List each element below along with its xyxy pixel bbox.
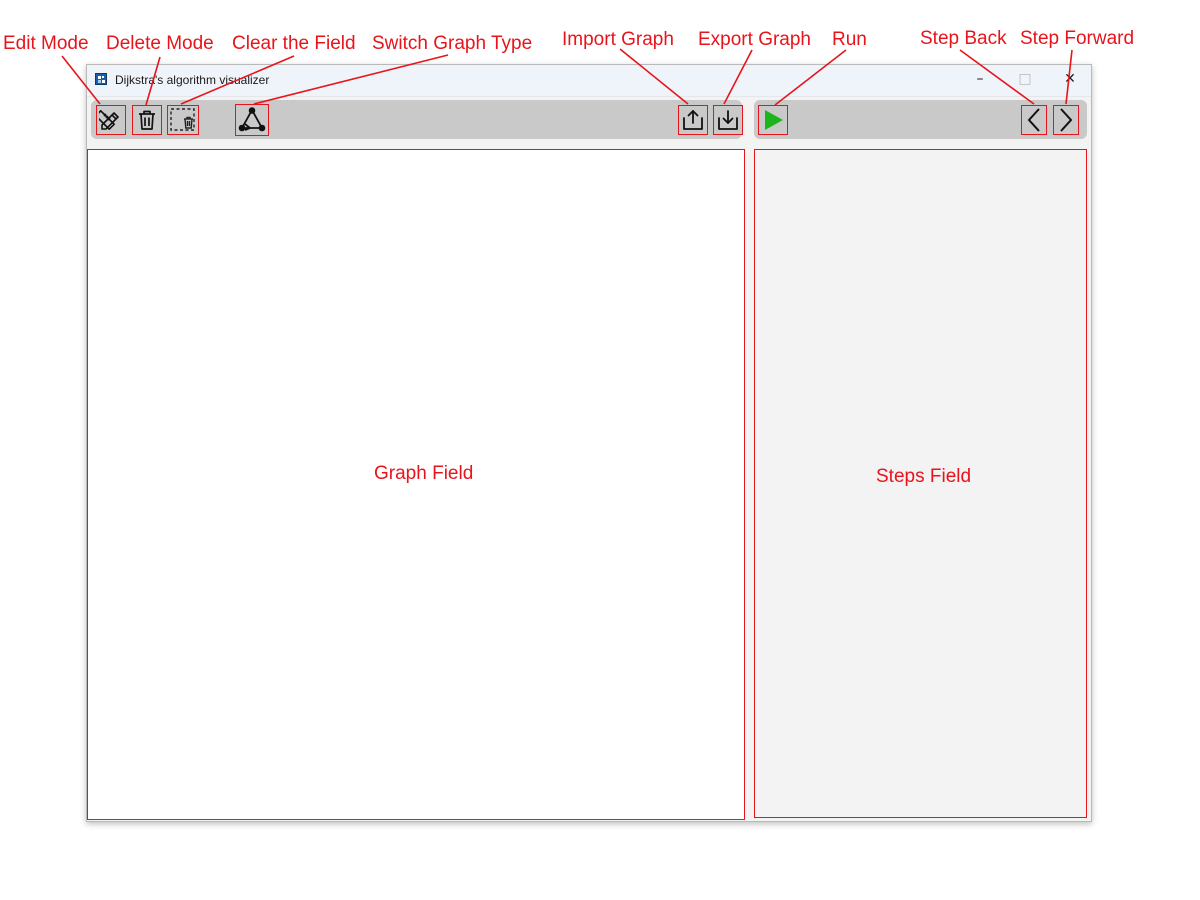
step-forward-button[interactable]: [1053, 105, 1079, 135]
import-graph-button[interactable]: [678, 105, 708, 135]
graph-toolbar: [91, 100, 743, 139]
clear-field-icon: [170, 108, 195, 131]
close-button[interactable]: ✕: [1047, 65, 1093, 95]
play-icon: [765, 110, 783, 130]
annotation-clear-field: Clear the Field: [232, 33, 356, 54]
delete-mode-button[interactable]: [132, 105, 162, 135]
annotation-switch-graph-type: Switch Graph Type: [372, 33, 533, 54]
maximize-button[interactable]: □: [1002, 65, 1048, 95]
annotation-edit-mode: Edit Mode: [3, 33, 89, 54]
app-window: Dijkstra's algorithm visualizer – □ ✕ Gr…: [86, 64, 1092, 822]
step-back-button[interactable]: [1021, 105, 1047, 135]
annotation-export-graph: Export Graph: [698, 29, 811, 50]
annotation-step-forward: Step Forward: [1020, 28, 1135, 49]
graph-field[interactable]: Graph Field: [87, 149, 745, 820]
upload-icon: [683, 110, 703, 130]
steps-field[interactable]: Steps Field: [754, 149, 1087, 818]
edit-mode-button[interactable]: [96, 105, 126, 135]
switch-graph-type-button[interactable]: [235, 104, 269, 136]
run-button[interactable]: [758, 105, 788, 135]
annotation-step-back: Step Back: [920, 28, 1007, 49]
annotation-delete-mode: Delete Mode: [106, 33, 214, 54]
edit-mode-icon: [99, 110, 119, 130]
annotation-run: Run: [832, 29, 867, 50]
export-graph-button[interactable]: [713, 105, 743, 135]
minimize-button[interactable]: –: [957, 65, 1003, 95]
chevron-left-icon: [1027, 108, 1040, 132]
clear-field-button[interactable]: [167, 105, 199, 135]
steps-field-label: Steps Field: [876, 466, 972, 487]
graph-triangle-icon: [238, 107, 266, 132]
annotation-import-graph: Import Graph: [562, 29, 674, 50]
title-bar[interactable]: Dijkstra's algorithm visualizer – □ ✕: [87, 65, 1091, 97]
download-icon: [718, 110, 738, 130]
trash-icon: [139, 110, 155, 130]
app-icon: [95, 73, 107, 85]
window-title: Dijkstra's algorithm visualizer: [115, 73, 270, 87]
chevron-right-icon: [1060, 108, 1073, 132]
graph-field-label: Graph Field: [374, 463, 474, 484]
algorithm-toolbar: [754, 100, 1087, 139]
